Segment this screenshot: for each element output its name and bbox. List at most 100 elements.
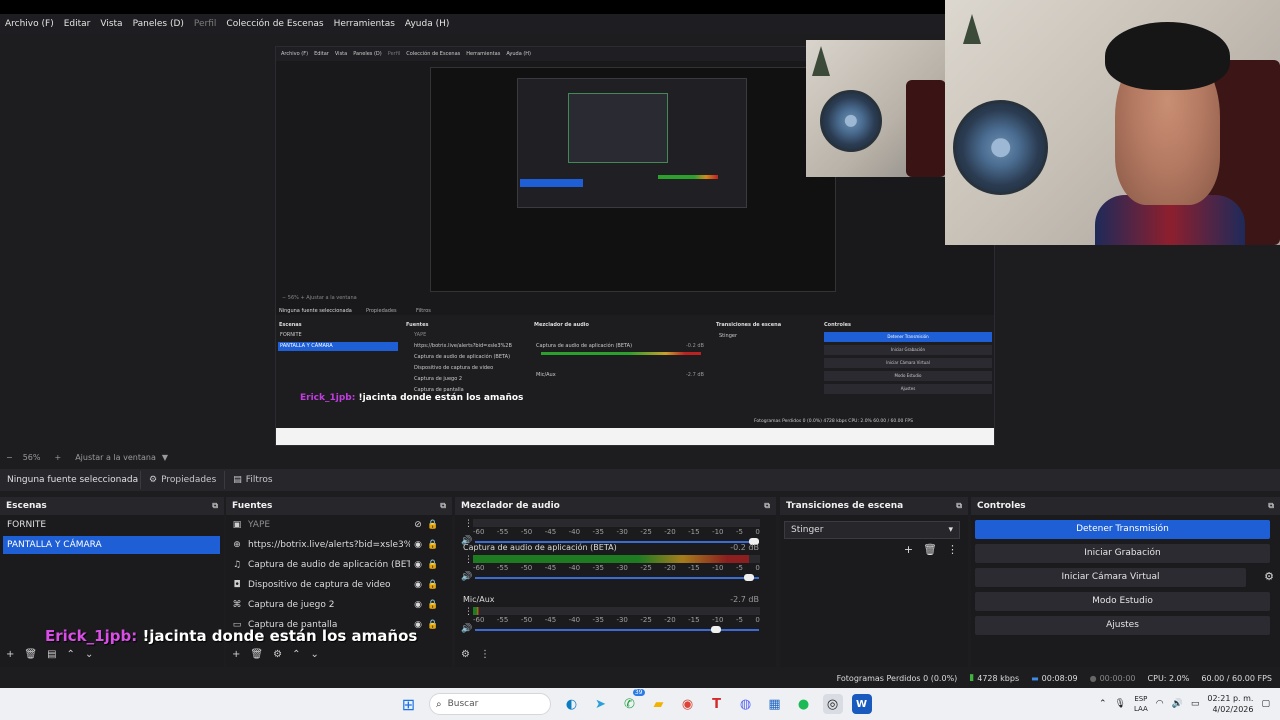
volume-icon[interactable]: 🔊 bbox=[1172, 699, 1183, 709]
stop-stream-button[interactable]: Detener Transmisión bbox=[975, 520, 1270, 539]
transition-select[interactable]: Stinger ▾ bbox=[784, 521, 960, 539]
trash-icon[interactable]: 🗑 bbox=[250, 649, 263, 660]
trash-icon[interactable]: 🗑 bbox=[24, 649, 37, 660]
volume-slider-handle[interactable] bbox=[743, 574, 754, 581]
gear-icon[interactable]: ⚙ bbox=[1264, 570, 1274, 583]
move-down-icon[interactable]: ⌄ bbox=[85, 649, 93, 660]
whatsapp-icon[interactable]: ✆ 39 bbox=[620, 689, 645, 714]
filters-button[interactable]: ▤ Filtros bbox=[224, 471, 280, 489]
typora-icon[interactable]: T bbox=[707, 694, 727, 714]
volume-slider[interactable] bbox=[475, 577, 759, 579]
more-options-icon[interactable]: ⋮ bbox=[464, 519, 473, 529]
eye-hidden-icon[interactable]: ⊘ bbox=[410, 520, 426, 530]
language-indicator[interactable]: ESP LAA bbox=[1134, 694, 1148, 714]
chrome-icon[interactable]: ◉ bbox=[678, 694, 698, 714]
lock-icon[interactable]: 🔒 bbox=[426, 560, 440, 570]
windows-start-icon[interactable]: ⊞ bbox=[399, 694, 419, 714]
nested-status: Fotogramas Perdidos 0 (0.0%) 4728 kbps C… bbox=[754, 419, 913, 424]
microphone-icon[interactable]: 🎙 bbox=[1115, 699, 1126, 709]
add-icon[interactable]: + bbox=[232, 649, 240, 660]
lock-icon[interactable]: 🔒 bbox=[426, 520, 440, 530]
gear-icon[interactable]: ⚙ bbox=[273, 649, 282, 660]
scale-tick: -15 bbox=[688, 564, 700, 572]
add-icon[interactable]: + bbox=[904, 543, 913, 556]
move-up-icon[interactable]: ⌃ bbox=[292, 649, 300, 660]
start-recording-button[interactable]: Iniciar Grabación bbox=[975, 544, 1270, 563]
undock-icon[interactable]: ⧉ bbox=[212, 501, 218, 511]
telegram-icon[interactable]: ➤ bbox=[591, 694, 611, 714]
folder-icon[interactable]: ▰ bbox=[649, 694, 669, 714]
battery-icon[interactable]: ▭ bbox=[1191, 699, 1200, 709]
scene-item-fornite[interactable]: FORNITE bbox=[3, 516, 220, 534]
source-item[interactable]: ◘ Dispositivo de captura de video ◉ 🔒 bbox=[230, 576, 440, 594]
menu-archivo[interactable]: Archivo (F) bbox=[0, 19, 59, 29]
studio-mode-button[interactable]: Modo Estudio bbox=[975, 592, 1270, 611]
lock-icon[interactable]: 🔒 bbox=[426, 580, 440, 590]
lock-icon[interactable]: 🔒 bbox=[426, 600, 440, 610]
start-virtual-camera-button[interactable]: Iniciar Cámara Virtual bbox=[975, 568, 1246, 587]
menu-herramientas[interactable]: Herramientas bbox=[329, 19, 400, 29]
source-item[interactable]: ▣ YAPE ⊘ 🔒 bbox=[230, 516, 440, 534]
chat-username: Erick_1jpb: bbox=[45, 627, 138, 645]
source-item[interactable]: ⌘ Captura de juego 2 ◉ 🔒 bbox=[230, 596, 440, 614]
eye-icon[interactable]: ◉ bbox=[410, 600, 426, 610]
fit-window-label[interactable]: Ajustar a la ventana bbox=[75, 453, 156, 462]
zoom-dropdown-icon[interactable]: ▼ bbox=[162, 453, 168, 462]
menu-perfil[interactable]: Perfil bbox=[189, 19, 222, 29]
more-options-icon[interactable]: ⋮ bbox=[947, 543, 958, 556]
eye-icon[interactable]: ◉ bbox=[410, 540, 426, 550]
more-options-icon[interactable]: ⋮ bbox=[480, 649, 490, 660]
lock-icon[interactable]: 🔒 bbox=[426, 620, 440, 630]
search-box[interactable]: ⌕ Buscar bbox=[429, 693, 551, 715]
undock-icon[interactable]: ⧉ bbox=[1268, 501, 1274, 511]
obs-icon[interactable]: ◎ bbox=[822, 694, 843, 714]
chat-message: !jacinta donde están los amaños bbox=[142, 627, 418, 645]
speaker-icon[interactable]: 🔊 bbox=[461, 572, 472, 582]
nested-properties: Propiedades bbox=[366, 308, 397, 314]
menu-editar[interactable]: Editar bbox=[59, 19, 96, 29]
discord-icon[interactable]: ◍ bbox=[736, 694, 756, 714]
wifi-icon[interactable]: ◠ bbox=[1156, 699, 1164, 709]
eye-icon[interactable]: ◉ bbox=[410, 560, 426, 570]
source-item[interactable]: ⊕ https://botrix.live/alerts?bid=xsle3%2… bbox=[230, 536, 440, 554]
scale-tick: -50 bbox=[520, 616, 533, 624]
menu-vista[interactable]: Vista bbox=[95, 19, 127, 29]
zoom-out-button[interactable]: − bbox=[6, 453, 13, 462]
word-icon[interactable]: W bbox=[851, 694, 872, 714]
scale-tick: -30 bbox=[616, 616, 628, 624]
source-item[interactable]: ♫ Captura de audio de aplicación (BETA) … bbox=[230, 556, 440, 574]
clock[interactable]: 02:21 p. m. 4/02/2026 bbox=[1207, 693, 1253, 715]
nested-menu-item: Herramientas bbox=[466, 51, 501, 57]
nested-virtual-cam: Iniciar Cámara Virtual bbox=[824, 358, 992, 368]
menu-paneles[interactable]: Paneles (D) bbox=[128, 19, 189, 29]
volume-slider-handle[interactable] bbox=[710, 626, 721, 633]
fan bbox=[953, 100, 1048, 195]
notifications-icon[interactable]: ▢ bbox=[1261, 699, 1270, 709]
spotify-icon[interactable]: ● bbox=[794, 694, 814, 714]
menu-ayuda[interactable]: Ayuda (H) bbox=[400, 19, 454, 29]
lock-icon[interactable]: 🔒 bbox=[426, 540, 440, 550]
undock-icon[interactable]: ⧉ bbox=[440, 501, 446, 511]
eye-icon[interactable]: ◉ bbox=[410, 580, 426, 590]
trash-icon[interactable]: 🗑 bbox=[923, 543, 937, 556]
speaker-icon[interactable]: 🔊 bbox=[461, 624, 472, 634]
move-down-icon[interactable]: ⌄ bbox=[310, 649, 318, 660]
zoom-in-button[interactable]: + bbox=[54, 453, 61, 462]
edge-icon[interactable]: ◐ bbox=[562, 694, 582, 714]
add-icon[interactable]: + bbox=[6, 649, 14, 660]
calculator-icon[interactable]: ▦ bbox=[765, 694, 785, 714]
more-options-icon[interactable]: ⋮ bbox=[464, 607, 473, 617]
scene-item-pantalla-y-camara[interactable]: PANTALLA Y CÁMARA bbox=[3, 536, 220, 554]
meter-scale: -60 -55 -50 -45 -40 -35 -30 -25 -20 -15 -10 -5 0 bbox=[473, 528, 760, 536]
settings-button[interactable]: Ajustes bbox=[975, 616, 1270, 635]
menu-coleccion-escenas[interactable]: Colección de Escenas bbox=[221, 19, 328, 29]
chevron-up-icon[interactable]: ⌃ bbox=[1099, 699, 1107, 709]
undock-icon[interactable]: ⧉ bbox=[956, 501, 962, 511]
more-options-icon[interactable]: ⋮ bbox=[464, 555, 473, 565]
properties-button[interactable]: ⚙ Propiedades bbox=[140, 471, 224, 489]
filter-icon[interactable]: ▤ bbox=[47, 649, 56, 660]
move-up-icon[interactable]: ⌃ bbox=[67, 649, 75, 660]
system-tray: ⌃ 🎙 ESP LAA ◠ 🔊 ▭ 02:21 p. m. 4/02/2026 ▢ bbox=[1099, 688, 1270, 720]
audio-mixer-dock: Mezclador de audio ⧉ ⋮ -60 -55 -50 -45 -40 -35… bbox=[455, 497, 776, 667]
advanced-audio-icon[interactable]: ⚙ bbox=[461, 649, 470, 660]
